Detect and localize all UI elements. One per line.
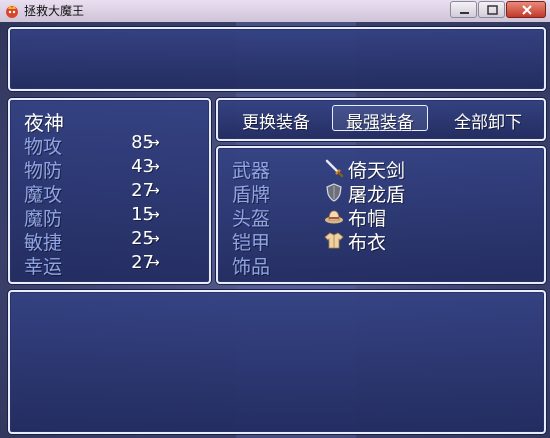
command-clear-equip[interactable]: 全部卸下 <box>454 108 522 133</box>
arrow-icon: → <box>148 183 160 199</box>
stat-label: 魔攻 <box>24 184 63 206</box>
stat-label: 物防 <box>24 160 63 182</box>
hat-icon <box>325 210 343 224</box>
arrow-icon: → <box>148 207 160 223</box>
sword-icon <box>325 159 344 178</box>
slot-item-shield[interactable]: 屠龙盾 <box>348 180 405 207</box>
slot-item-helmet[interactable]: 布帽 <box>348 204 386 231</box>
stat-row-luk: 幸运 27 → <box>10 252 210 278</box>
slot-label-accessory[interactable]: 饰品 <box>232 252 270 279</box>
slot-item-armor[interactable]: 布衣 <box>348 228 386 255</box>
equip-slot-window: 武器 倚天剑 盾牌 屠龙盾 头盔 布帽 铠甲 布衣 饰品 <box>216 146 546 284</box>
stat-row-agi: 敏捷 25 → <box>10 228 210 254</box>
equip-item-list-window[interactable] <box>8 290 546 434</box>
slot-label-helmet[interactable]: 头盔 <box>232 204 270 231</box>
app-icon <box>6 5 18 18</box>
slot-label-armor[interactable]: 铠甲 <box>232 228 270 255</box>
window-title: 拯救大魔王 <box>24 4 85 18</box>
arrow-icon: → <box>148 159 160 175</box>
clothes-icon <box>324 232 344 249</box>
game-screen: 拯救大魔王 夜神 物攻 85 → 物防 43 → 魔攻 27 → 魔防 15 →… <box>0 0 550 438</box>
arrow-icon: → <box>148 255 160 271</box>
slot-label-shield[interactable]: 盾牌 <box>232 180 270 207</box>
close-button[interactable] <box>506 1 546 18</box>
stat-row-mat: 魔攻 27 → <box>10 180 210 206</box>
close-icon <box>522 5 532 15</box>
stat-label: 敏捷 <box>24 232 63 254</box>
stat-row-def: 物防 43 → <box>10 156 210 182</box>
command-change-equip[interactable]: 更换装备 <box>242 108 310 133</box>
command-optimize-equip[interactable]: 最强装备 <box>346 108 414 133</box>
slot-item-weapon[interactable]: 倚天剑 <box>348 156 405 183</box>
maximize-icon <box>487 5 498 15</box>
stat-label: 幸运 <box>24 256 63 278</box>
minimize-button[interactable] <box>450 1 477 18</box>
minimize-icon <box>460 12 469 14</box>
arrow-icon: → <box>148 135 160 151</box>
shield-icon <box>326 183 342 202</box>
slot-label-weapon[interactable]: 武器 <box>232 156 270 183</box>
help-window <box>8 27 546 91</box>
stat-row-atk: 物攻 85 → <box>10 132 210 158</box>
maximize-button[interactable] <box>478 1 505 18</box>
stat-label: 魔防 <box>24 208 63 230</box>
status-window: 夜神 物攻 85 → 物防 43 → 魔攻 27 → 魔防 15 → 敏捷 25… <box>8 98 211 284</box>
stat-row-mdf: 魔防 15 → <box>10 204 210 230</box>
arrow-icon: → <box>148 231 160 247</box>
equip-command-window: 更换装备 最强装备 全部卸下 <box>216 98 546 141</box>
window-titlebar[interactable]: 拯救大魔王 <box>0 0 550 23</box>
stat-label: 物攻 <box>24 136 63 158</box>
